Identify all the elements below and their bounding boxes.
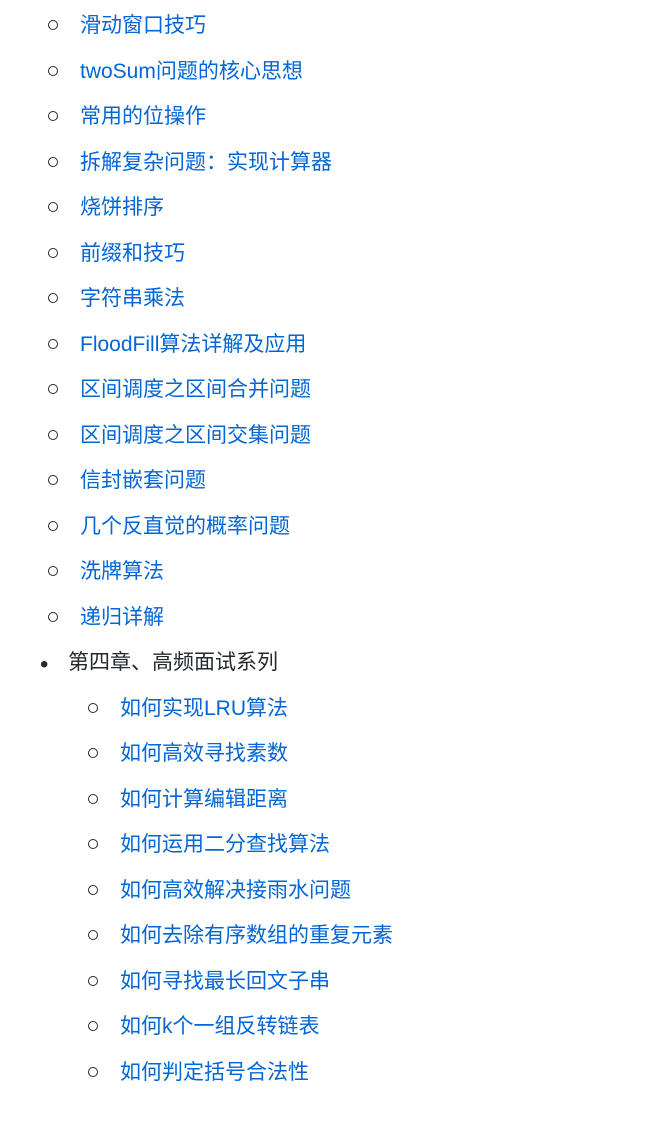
toc-link[interactable]: 信封嵌套问题 — [80, 469, 206, 492]
list-item: 如何高效解决接雨水问题 — [88, 875, 670, 907]
list-item: 前缀和技巧 — [48, 238, 670, 270]
toc-link[interactable]: 拆解复杂问题：实现计算器 — [80, 151, 332, 174]
toc-link[interactable]: 滑动窗口技巧 — [80, 14, 206, 37]
toc-link[interactable]: 区间调度之区间交集问题 — [80, 424, 311, 447]
list-item: 区间调度之区间交集问题 — [48, 420, 670, 452]
list-item: 递归详解 — [48, 602, 670, 634]
toc-link[interactable]: 几个反直觉的概率问题 — [80, 515, 290, 538]
list-item: 如何去除有序数组的重复元素 — [88, 920, 670, 952]
list-item: 如何实现LRU算法 — [88, 693, 670, 725]
toc-link[interactable]: 前缀和技巧 — [80, 242, 185, 265]
list-item: twoSum问题的核心思想 — [48, 56, 670, 88]
toc-link[interactable]: 如何去除有序数组的重复元素 — [120, 924, 393, 947]
list-item: FloodFill算法详解及应用 — [48, 329, 670, 361]
toc-section: 第四章、高频面试系列 如何实现LRU算法如何高效寻找素数如何计算编辑距离如何运用… — [40, 647, 670, 1088]
list-item: 如何高效寻找素数 — [88, 738, 670, 770]
list-item: 如何寻找最长回文子串 — [88, 966, 670, 998]
toc-link[interactable]: 如何高效寻找素数 — [120, 742, 288, 765]
list-item: 信封嵌套问题 — [48, 465, 670, 497]
toc-link[interactable]: 如何判定括号合法性 — [120, 1061, 309, 1084]
list-item: 常用的位操作 — [48, 101, 670, 133]
toc-link[interactable]: 区间调度之区间合并问题 — [80, 378, 311, 401]
toc-outer-list: 第四章、高频面试系列 如何实现LRU算法如何高效寻找素数如何计算编辑距离如何运用… — [0, 647, 670, 1088]
toc-link[interactable]: 烧饼排序 — [80, 196, 164, 219]
list-item: 烧饼排序 — [48, 192, 670, 224]
list-item: 洗牌算法 — [48, 556, 670, 588]
list-item: 如何判定括号合法性 — [88, 1057, 670, 1089]
toc-sublist-section1: 滑动窗口技巧 twoSum问题的核心思想常用的位操作拆解复杂问题：实现计算器烧饼排… — [0, 10, 670, 633]
list-item: 区间调度之区间合并问题 — [48, 374, 670, 406]
toc-link[interactable]: FloodFill算法详解及应用 — [80, 333, 306, 356]
toc-link[interactable]: 如何实现LRU算法 — [120, 697, 288, 720]
toc-link[interactable]: 递归详解 — [80, 606, 164, 629]
list-item: 如何k个一组反转链表 — [88, 1011, 670, 1043]
toc-link[interactable]: 洗牌算法 — [80, 560, 164, 583]
list-item: 几个反直觉的概率问题 — [48, 511, 670, 543]
list-item: 如何计算编辑距离 — [88, 784, 670, 816]
toc-link[interactable]: 如何计算编辑距离 — [120, 788, 288, 811]
list-item: 拆解复杂问题：实现计算器 — [48, 147, 670, 179]
toc-link[interactable]: 常用的位操作 — [80, 105, 206, 128]
toc-link[interactable]: 字符串乘法 — [80, 287, 185, 310]
list-item: 如何运用二分查找算法 — [88, 829, 670, 861]
toc-link[interactable]: 如何k个一组反转链表 — [120, 1015, 320, 1038]
toc-link[interactable]: 如何运用二分查找算法 — [120, 833, 330, 856]
section-title: 第四章、高频面试系列 — [68, 647, 670, 679]
toc-link[interactable]: 如何高效解决接雨水问题 — [120, 879, 351, 902]
toc-sublist-section2: 如何实现LRU算法如何高效寻找素数如何计算编辑距离如何运用二分查找算法如何高效解… — [68, 693, 670, 1089]
toc-link[interactable]: 如何寻找最长回文子串 — [120, 970, 330, 993]
list-item: 滑动窗口技巧 — [48, 10, 670, 42]
list-item: 字符串乘法 — [48, 283, 670, 315]
toc-link[interactable]: twoSum问题的核心思想 — [80, 60, 303, 83]
